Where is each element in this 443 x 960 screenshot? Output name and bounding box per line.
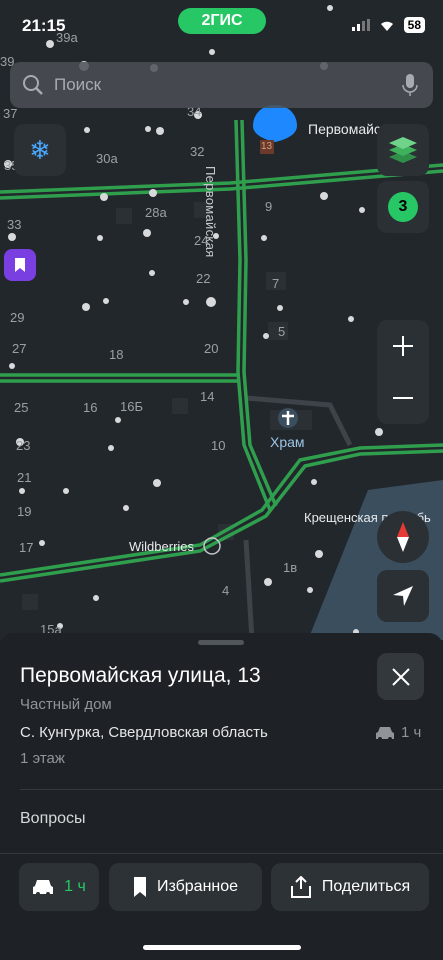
place-card: Первомайская улица, 13 Частный дом С. Ку… <box>0 633 443 960</box>
questions-section[interactable]: Вопросы <box>20 810 86 828</box>
house-number-label: 7 <box>272 276 280 291</box>
house-number-label: 4 <box>222 583 230 598</box>
house-number-label: 10 <box>211 438 226 453</box>
share-icon <box>290 876 311 898</box>
poi-wildberries-label[interactable]: Wildberries <box>129 539 194 554</box>
travel-time-text: 1 ч <box>401 724 422 741</box>
location-arrow-icon <box>393 586 413 606</box>
mic-icon[interactable] <box>402 73 418 97</box>
action-bar: 1 ч Избранное Поделиться <box>0 853 443 960</box>
house-number-label: 29 <box>10 310 25 325</box>
share-label: Поделиться <box>321 878 411 895</box>
filters-button[interactable]: 3 <box>377 181 429 233</box>
home-indicator <box>143 945 301 950</box>
drag-handle[interactable] <box>198 640 244 645</box>
house-number-label: 9 <box>265 199 273 214</box>
house-number-label: 27 <box>12 341 27 356</box>
plus-icon <box>393 336 413 356</box>
wifi-icon <box>380 21 393 31</box>
bookmark-icon <box>15 258 25 272</box>
travel-time: 1 ч <box>375 724 421 741</box>
selected-marker-number: 13 <box>261 141 273 152</box>
house-number-label: 28а <box>145 205 167 220</box>
place-floors: 1 этаж <box>20 750 65 767</box>
layers-icon <box>389 137 417 163</box>
house-number-label: 14 <box>200 389 215 404</box>
poi-church-label[interactable]: Храм <box>270 434 305 450</box>
house-number-label: 17 <box>19 540 34 555</box>
layers-button[interactable] <box>377 124 429 176</box>
bookmark-button[interactable] <box>4 249 36 281</box>
house-number-label: 30а <box>96 151 118 166</box>
place-title: Первомайская улица, 13 <box>20 664 261 687</box>
car-icon <box>33 880 54 896</box>
zoom-in-button[interactable] <box>377 320 429 372</box>
house-number-label: 1в <box>283 560 298 575</box>
zoom-controls <box>377 320 429 424</box>
my-location-button[interactable] <box>377 570 429 622</box>
house-number-label: 33 <box>7 217 22 232</box>
close-button[interactable] <box>377 653 424 700</box>
signal-icon <box>351 19 370 31</box>
house-number-label: 19 <box>17 504 32 519</box>
status-time: 21:15 <box>22 16 66 35</box>
filter-count-badge: 3 <box>388 192 418 222</box>
house-number-label: 22 <box>196 271 211 286</box>
house-number-label: 5 <box>278 324 286 339</box>
share-button[interactable]: Поделиться <box>271 863 429 911</box>
snowflake-icon: ❄ <box>29 134 51 165</box>
house-number-label: 21 <box>17 470 32 485</box>
house-number-label: 18 <box>109 347 124 362</box>
favorites-label: Избранное <box>156 878 239 895</box>
route-time: 1 ч <box>64 878 86 895</box>
battery-icon: 58 <box>403 17 425 33</box>
snowflake-button[interactable]: ❄ <box>14 124 66 176</box>
search-bar[interactable] <box>10 62 433 108</box>
divider <box>20 789 443 790</box>
status-icons: 58 <box>351 17 425 33</box>
house-number-label: 25 <box>14 400 29 415</box>
status-bar: 21:15 2ГИС 58 <box>0 0 443 50</box>
compass-button[interactable] <box>377 511 429 563</box>
app-logo-text: 2ГИС <box>201 12 243 29</box>
street-label-vertical: Первомайская <box>203 166 218 258</box>
app-logo: 2ГИС <box>178 8 266 34</box>
favorites-button[interactable]: Избранное <box>109 863 262 911</box>
house-number-label: 16Б <box>120 399 143 414</box>
search-input[interactable] <box>54 62 384 108</box>
house-number-label: 16 <box>83 400 98 415</box>
route-button[interactable]: 1 ч <box>19 863 99 911</box>
car-icon <box>376 726 394 741</box>
bookmark-icon <box>133 877 146 897</box>
house-number-label: 32 <box>190 144 205 159</box>
compass-icon <box>397 522 409 552</box>
minus-icon <box>393 397 413 399</box>
place-type: Частный дом <box>20 696 112 713</box>
house-number-label: 20 <box>204 341 219 356</box>
house-number-label: 37 <box>3 106 18 121</box>
action-divider <box>0 853 443 854</box>
place-address: С. Кунгурка, Свердловская область <box>20 724 268 741</box>
search-icon <box>23 75 43 95</box>
house-number-label: 23 <box>16 438 31 453</box>
close-icon <box>391 667 410 686</box>
zoom-out-button[interactable] <box>377 372 429 424</box>
